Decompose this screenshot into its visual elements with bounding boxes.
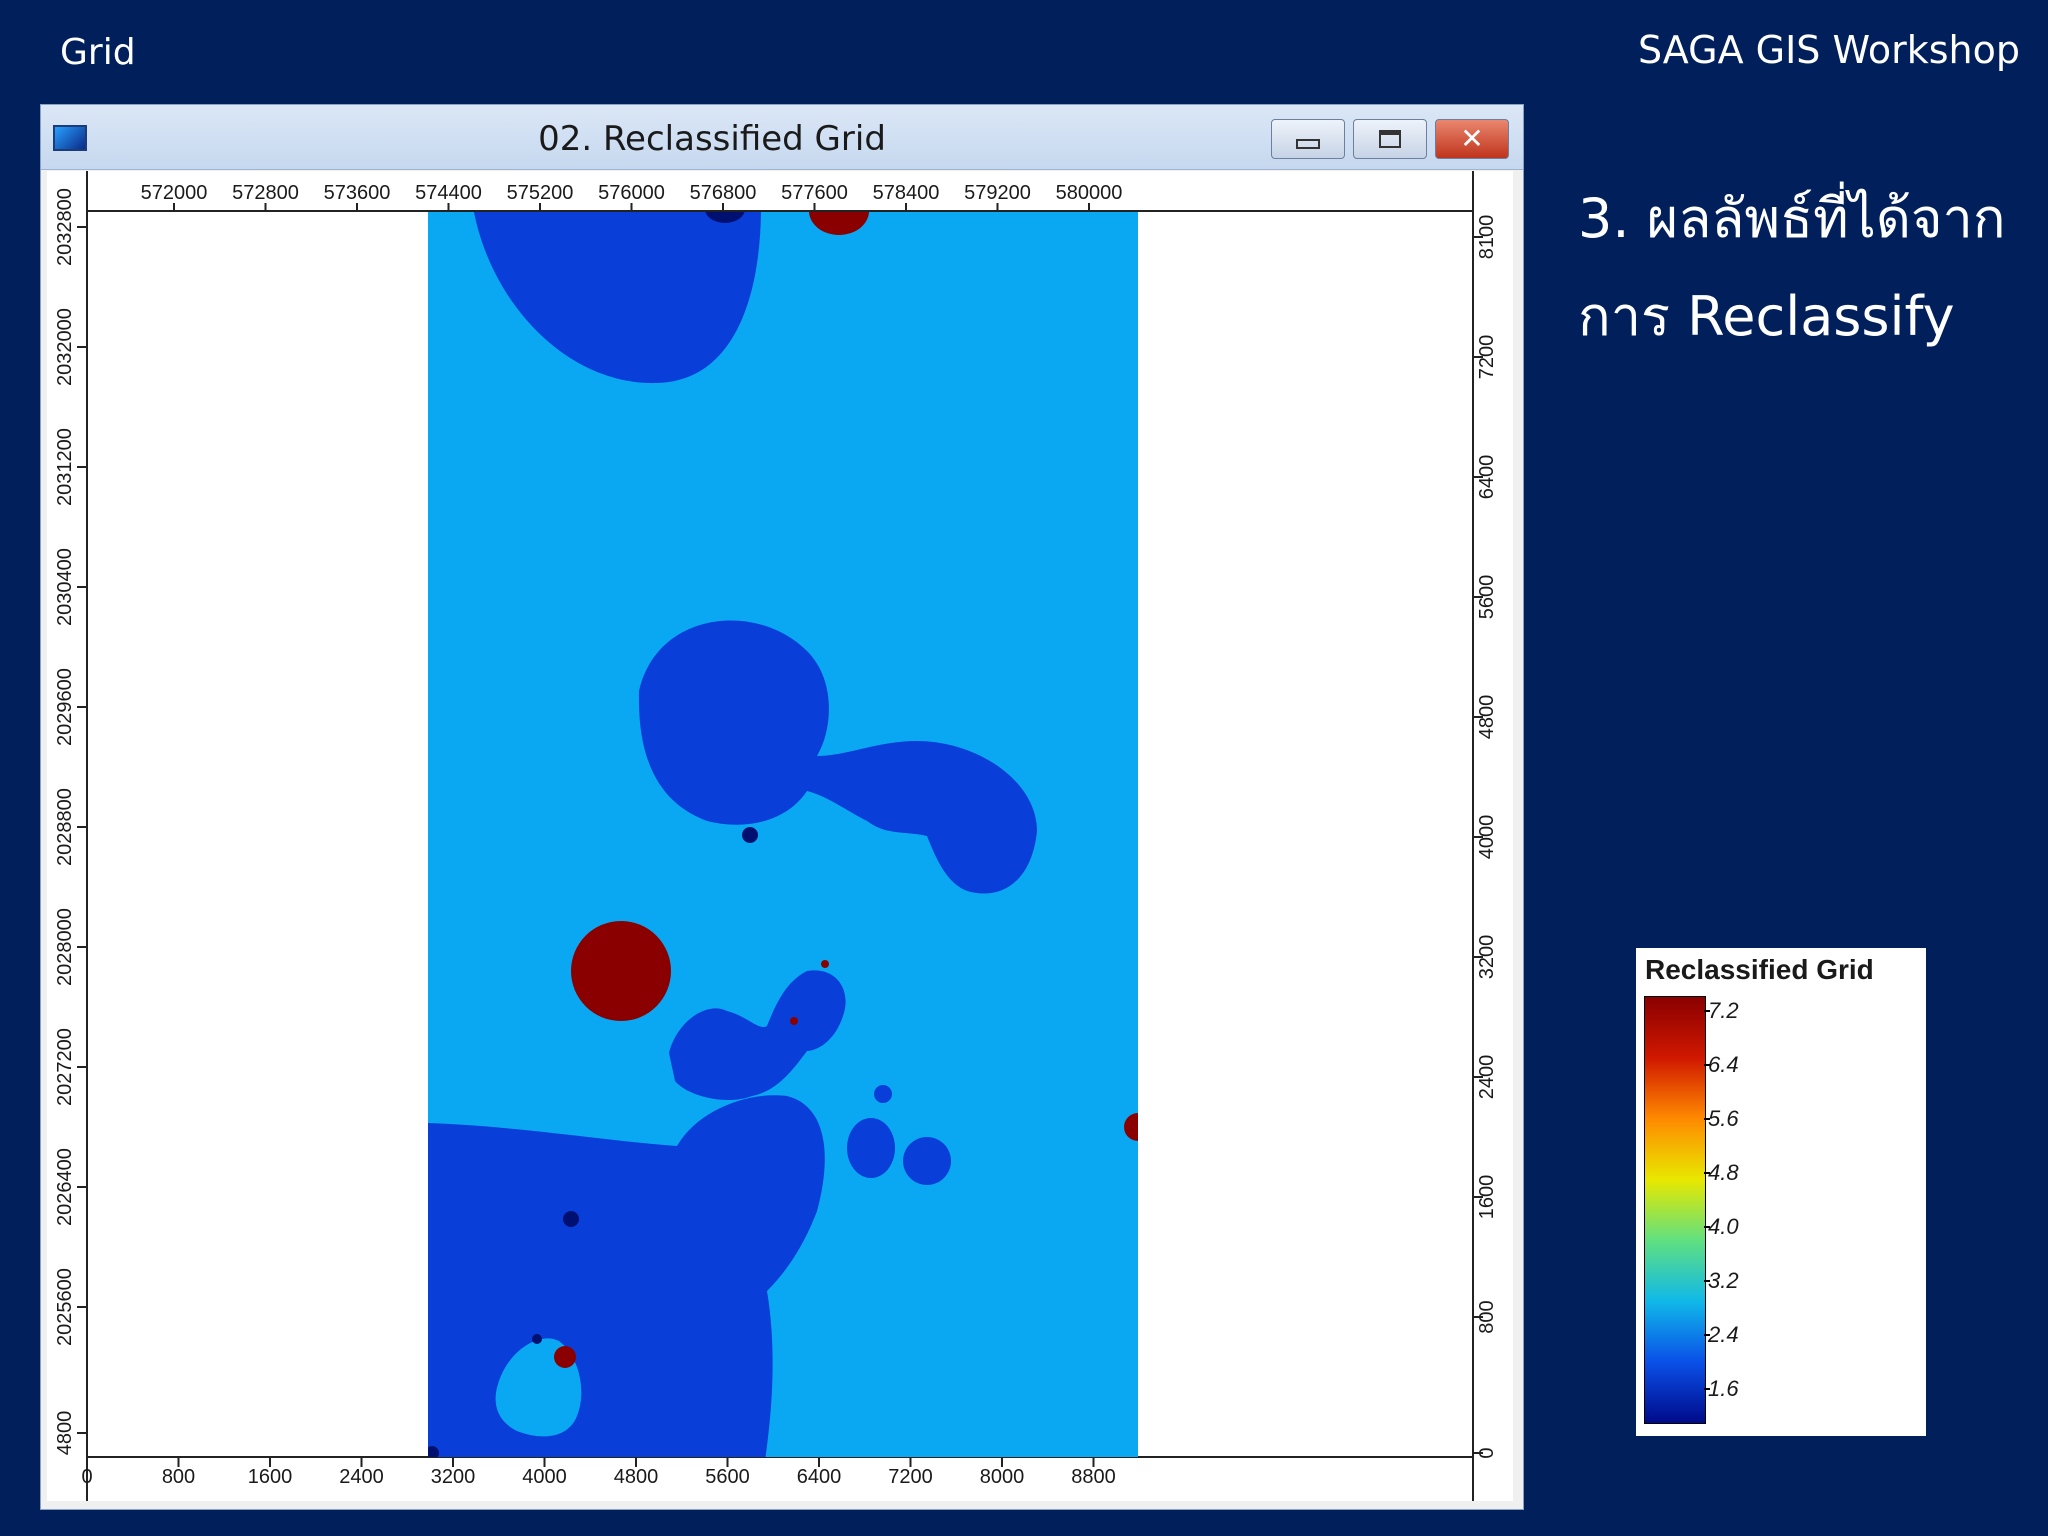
left-tick-label: 2028800	[54, 788, 76, 866]
legend-tick-label: 4.0	[1704, 1214, 1739, 1239]
lowest-dot-bottom-2	[532, 1334, 542, 1344]
slide-title: Grid	[60, 32, 136, 73]
top-tick-label: 574400	[415, 182, 482, 204]
close-button[interactable]: ✕	[1435, 119, 1509, 159]
legend-title: Reclassified Grid	[1645, 954, 1874, 985]
top-tick-label: 575200	[507, 182, 574, 204]
low-zone-small-2	[903, 1137, 951, 1185]
reclassified-grid-raster	[428, 212, 1138, 1457]
slide-text-line-1: 3. ผลลัพธ์ที่ได้จาก	[1578, 187, 2006, 250]
top-tick-label: 576800	[690, 182, 757, 204]
legend-tick-label: 6.4	[1704, 1052, 1739, 1077]
legend-tick-label: 2.4	[1704, 1322, 1739, 1347]
left-tick-label: 2032800	[54, 188, 76, 266]
left-tick-label: 2031200	[54, 428, 76, 506]
left-axis-ticks: 2032800 2032000 2031200 2030400 2029600 20288…	[54, 188, 87, 1455]
low-zone-bottom	[428, 1095, 825, 1457]
map-window: 02. Reclassified Grid ✕ 572000 572800 57…	[40, 104, 1524, 1510]
right-axis-ticks: 8100720064005600480040003200240016008000	[1473, 215, 1498, 1459]
low-zone-dot	[874, 1085, 892, 1103]
top-tick-label: 572800	[232, 182, 299, 204]
slide-description: 3. ผลลัพธ์ที่ได้จาก การ Reclassify	[1578, 170, 2006, 366]
bottom-tick-label: 4800	[614, 1466, 659, 1488]
lowest-dot-bottom-1	[563, 1211, 579, 1227]
bottom-tick-label: 5600	[705, 1466, 750, 1488]
left-tick-label: 2026400	[54, 1148, 76, 1226]
left-tick-label: 2030400	[54, 548, 76, 626]
legend-tick-label: 4.8	[1704, 1160, 1739, 1185]
top-axis-ticks: 572000 572800 573600 574400 575200 576000 5768…	[141, 182, 1123, 211]
top-tick-label: 578400	[873, 182, 940, 204]
bottom-tick-label: 8800	[1071, 1466, 1116, 1488]
top-tick-label: 579200	[964, 182, 1031, 204]
top-tick-label: 577600	[781, 182, 848, 204]
top-tick-label: 572000	[141, 182, 208, 204]
legend-colorbar	[1644, 996, 1706, 1424]
bottom-tick-label: 2400	[339, 1466, 384, 1488]
legend-tick-label: 1.6	[1704, 1376, 1739, 1401]
low-zone-small-1	[847, 1118, 895, 1178]
bottom-tick-label: 6400	[797, 1466, 842, 1488]
legend-tick-label: 5.6	[1704, 1106, 1739, 1131]
minimize-icon	[1296, 139, 1320, 149]
bottom-tick-label: 1600	[248, 1466, 293, 1488]
slide-brand: SAGA GIS Workshop	[1637, 28, 2020, 72]
window-titlebar[interactable]: 02. Reclassified Grid ✕	[41, 105, 1523, 170]
map-canvas[interactable]: 572000 572800 573600 574400 575200 576000 5768…	[47, 171, 1513, 1501]
close-icon: ✕	[1460, 122, 1484, 155]
legend-panel: Reclassified Grid 7.2 6.4 5.6 4.8 4.0 3.2 2.4 1…	[1636, 948, 1926, 1436]
bottom-axis-ticks: 0 800 1600 2400 3200 4000 4800 5600 6400 7200 8000…	[81, 1457, 1116, 1488]
legend-tick-label: 3.2	[1704, 1268, 1739, 1293]
bottom-tick-label: 7200	[888, 1466, 933, 1488]
left-tick-label: 2027200	[54, 1028, 76, 1106]
top-tick-label: 573600	[324, 182, 391, 204]
left-tick-label: 2029600	[54, 668, 76, 746]
high-zone-large	[571, 921, 671, 1021]
map-view[interactable]: 572000 572800 573600 574400 575200 576000 5768…	[47, 171, 1513, 1501]
left-tick-label: 2028000	[54, 908, 76, 986]
high-zone-tiny-2	[821, 960, 829, 968]
bottom-tick-label: 3200	[431, 1466, 476, 1488]
high-zone-tiny-1	[790, 1017, 798, 1025]
top-tick-label: 580000	[1056, 182, 1123, 204]
minimize-button[interactable]	[1271, 119, 1345, 159]
left-tick-label: 4800	[54, 1411, 76, 1456]
bottom-tick-label: 4000	[522, 1466, 567, 1488]
maximize-icon	[1379, 130, 1401, 148]
bottom-tick-label: 8000	[980, 1466, 1025, 1488]
lowest-dot-center	[742, 827, 758, 843]
high-zone-small-bottom	[554, 1346, 576, 1368]
left-tick-label: 2032000	[54, 308, 76, 386]
legend-tick-label: 7.2	[1704, 998, 1739, 1023]
bottom-tick-label: 800	[162, 1466, 195, 1488]
bottom-tick-label: 0	[81, 1466, 92, 1488]
slide-text-line-2: การ Reclassify	[1578, 285, 1955, 348]
left-tick-label: 2025600	[54, 1268, 76, 1346]
top-tick-label: 576000	[598, 182, 665, 204]
maximize-button[interactable]	[1353, 119, 1427, 159]
